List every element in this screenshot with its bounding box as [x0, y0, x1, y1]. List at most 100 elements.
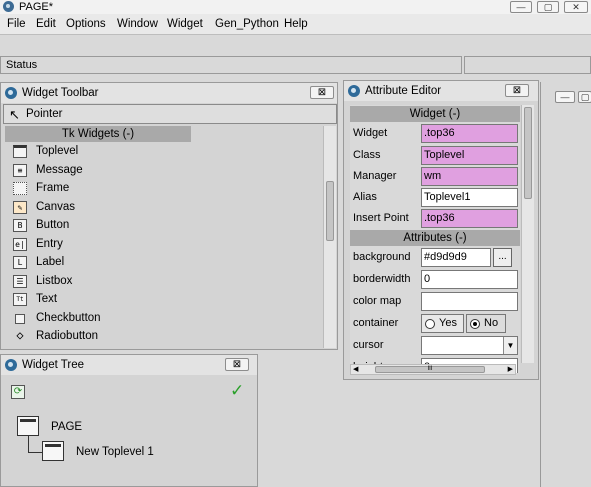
toolbar-item-label: Text: [36, 293, 58, 305]
toolbar-item-label: Listbox: [36, 274, 73, 287]
container-no-radio[interactable]: No: [466, 314, 506, 333]
widget-toolbar-window: Widget Toolbar ⊠ ↖ Pointer Tk Widgets (-…: [0, 82, 338, 350]
widget-toolbar-titlebar[interactable]: Widget Toolbar ⊠: [1, 83, 337, 103]
attribute-editor-hscroll[interactable]: ◀ III ▶: [350, 364, 516, 375]
menu-help[interactable]: Help: [284, 17, 308, 31]
attr-value-insert-point: .top36: [421, 209, 518, 228]
close-button[interactable]: ✕: [564, 1, 588, 13]
text-icon: Tt: [13, 293, 27, 306]
label-icon: L: [13, 256, 27, 269]
python-logo-icon: [348, 85, 360, 97]
toolbar-item-text[interactable]: Tt Text: [3, 291, 323, 310]
toolbar-item-listbox[interactable]: ☰ Listbox: [3, 273, 323, 292]
toplevel-node-icon: [42, 441, 64, 461]
python-logo-icon: [5, 359, 17, 371]
toolbar-item-label: Checkbutton: [36, 311, 101, 324]
background-toplevel-window[interactable]: — ▢: [540, 82, 591, 487]
scrollbar-thumb[interactable]: [524, 107, 532, 199]
menu-options[interactable]: Options: [66, 17, 106, 31]
cursor-select[interactable]: ▼: [421, 336, 518, 355]
title-bar: PAGE* — ▢ ✕: [0, 0, 591, 14]
attribute-editor-vscroll[interactable]: [521, 105, 534, 363]
toolbar-item-label: Toplevel: [36, 145, 79, 157]
attr-label-container: container: [353, 317, 399, 329]
attr-label-insert-point: Insert Point: [353, 212, 409, 224]
button-icon: B: [13, 219, 27, 232]
toolbar-item-button[interactable]: B Button: [3, 217, 323, 236]
widget-tree-close-button[interactable]: ⊠: [225, 358, 249, 371]
behind-maximize-button[interactable]: ▢: [578, 91, 591, 103]
widget-section-header[interactable]: Widget (-): [350, 106, 520, 122]
toolbar-item-entry[interactable]: e| Entry: [3, 236, 323, 255]
toolbar-item-toplevel[interactable]: Toplevel: [3, 143, 323, 162]
container-yes-radio[interactable]: Yes: [421, 314, 464, 333]
scrollbar-thumb[interactable]: [326, 181, 334, 241]
refresh-icon[interactable]: ⟳: [11, 385, 25, 399]
toolbar-item-frame[interactable]: Frame: [3, 180, 323, 199]
menu-gen-python[interactable]: Gen_Python: [215, 17, 279, 31]
scrollbar-thumb[interactable]: III: [375, 366, 485, 373]
widget-tree-title: Widget Tree: [22, 359, 84, 371]
tree-connector-vertical: [28, 436, 29, 452]
background-color-picker-button[interactable]: ...: [493, 248, 512, 267]
attr-value-manager: wm: [421, 167, 518, 186]
borderwidth-input[interactable]: 0: [421, 270, 518, 289]
color-map-input[interactable]: [421, 292, 518, 311]
page-logo-icon: [3, 1, 14, 12]
toolbar-item-label: Button: [36, 219, 70, 231]
toolbar-item-label: Frame: [36, 182, 70, 194]
toplevel-icon: [13, 145, 27, 158]
radiobutton-icon: ◇: [16, 328, 24, 342]
status-text: Status: [6, 59, 38, 71]
menu-bar: File Edit Options Window Widget Gen_Pyth…: [0, 14, 591, 34]
toolbar-item-label: Message: [36, 163, 83, 176]
widget-tree-window: Widget Tree ⊠ ⟳ ✓ PAGE New Toplevel 1: [0, 354, 258, 487]
tree-node-new-toplevel[interactable]: New Toplevel 1: [76, 446, 154, 458]
attr-label-background: background: [353, 251, 411, 263]
tree-node-page[interactable]: PAGE: [51, 421, 82, 433]
attribute-panel: Widget (-) Widget .top36 Class Toplevel …: [350, 105, 520, 373]
attribute-editor-titlebar[interactable]: Attribute Editor ⊠: [344, 81, 538, 101]
alias-input[interactable]: Toplevel1: [421, 188, 518, 207]
attribute-editor-window: Attribute Editor ⊠ Widget (-) Widget .to…: [343, 80, 539, 380]
attr-value-class: Toplevel: [421, 146, 518, 165]
attributes-section-header[interactable]: Attributes (-): [350, 230, 520, 246]
checkbutton-icon: [15, 313, 25, 324]
toolbar-item-message[interactable]: ≡ Message: [3, 162, 323, 181]
tk-widgets-list: Toplevel ≡ Message Frame ✎ Canvas B Butt…: [3, 143, 323, 347]
background-input[interactable]: #d9d9d9: [421, 248, 491, 267]
attr-label-alias: Alias: [353, 191, 377, 203]
attr-value-widget: .top36: [421, 124, 518, 143]
pointer-tool[interactable]: ↖ Pointer: [3, 104, 337, 124]
tree-connector-horizontal: [28, 452, 42, 453]
dropdown-arrow-icon[interactable]: ▼: [503, 337, 517, 354]
widget-toolbar-close-button[interactable]: ⊠: [310, 86, 334, 99]
toolbar-item-canvas[interactable]: ✎ Canvas: [3, 199, 323, 218]
tk-widgets-header[interactable]: Tk Widgets (-): [5, 126, 191, 142]
widget-toolbar-scrollbar[interactable]: [323, 126, 336, 348]
toolbar-item-label: Entry: [36, 237, 63, 250]
menu-file[interactable]: File: [7, 17, 26, 31]
attr-label-cursor: cursor: [353, 339, 384, 351]
attr-label-color-map: color map: [353, 295, 402, 307]
scroll-right-icon[interactable]: ▶: [508, 365, 513, 374]
toolbar-item-radiobutton[interactable]: ◇ Radiobutton: [3, 328, 323, 347]
checkmark-icon[interactable]: ✓: [230, 381, 244, 401]
status-bar: Status: [0, 56, 462, 74]
minimize-button[interactable]: —: [510, 1, 532, 13]
toolbar-item-label: Canvas: [36, 200, 75, 213]
frame-icon: [13, 182, 27, 195]
scroll-left-icon[interactable]: ◀: [353, 365, 358, 374]
radio-selected-icon: [470, 319, 480, 329]
attribute-editor-close-button[interactable]: ⊠: [505, 84, 529, 97]
behind-minimize-button[interactable]: —: [555, 91, 575, 103]
toolbar-item-checkbutton[interactable]: Checkbutton: [3, 310, 323, 329]
toolbar-item-label-widget[interactable]: L Label: [3, 254, 323, 273]
menu-window[interactable]: Window: [117, 17, 158, 31]
menu-edit[interactable]: Edit: [36, 17, 56, 31]
radio-no-label: No: [484, 317, 499, 329]
page-node-icon: [17, 416, 39, 436]
widget-tree-titlebar[interactable]: Widget Tree ⊠: [1, 355, 257, 375]
menu-widget[interactable]: Widget: [167, 17, 203, 31]
maximize-button[interactable]: ▢: [537, 1, 559, 13]
